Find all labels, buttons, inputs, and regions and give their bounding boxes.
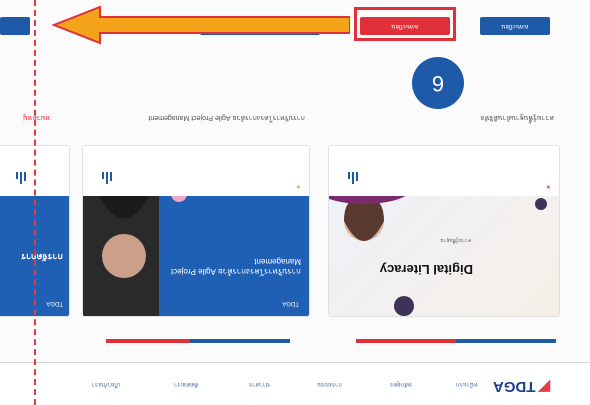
arrow-icon <box>51 5 350 45</box>
course-card-agile[interactable]: การบริหารโครงการด้วย Agile Project Manag… <box>82 145 310 317</box>
woman-illustration <box>328 168 547 316</box>
step-number-callout: 6 <box>412 57 464 109</box>
nav-item-about[interactable]: เกี่ยวกับเรา <box>91 380 120 390</box>
section-bar <box>356 339 456 343</box>
scanned-page: ◤TDGA หน้าแรก หลักสูตร การอบรม ข่าวสาร ต… <box>0 0 590 405</box>
nav-item-courses[interactable]: หลักสูตร <box>390 380 412 390</box>
course-thumbnail: Digital Literacy ความรู้พื้นฐาน <box>328 168 559 316</box>
top-nav: ◤TDGA หน้าแรก หลักสูตร การอบรม ข่าวสาร ต… <box>0 362 590 405</box>
sidebar-label: หมวดหมู่ <box>23 114 50 121</box>
bar-chart-icon <box>99 172 113 186</box>
bar-chart-icon <box>345 172 359 186</box>
nav-item-news[interactable]: ข่าวสาร <box>249 380 270 390</box>
course-card-digital-literacy[interactable]: Digital Literacy ความรู้พื้นฐาน ★ <box>328 145 560 317</box>
nav-bar-strip <box>0 17 30 35</box>
course-title: การบริหารโครงการด้วย Agile Project Manag… <box>170 257 301 276</box>
site-logo[interactable]: ◤TDGA <box>493 378 550 396</box>
nav-item-training[interactable]: การอบรม <box>317 380 342 390</box>
course-badge: TDGA <box>46 300 63 306</box>
bar-chart-icon <box>13 172 27 186</box>
nav-item-contact[interactable]: ติดต่อเรา <box>174 380 198 390</box>
section-bar <box>456 339 556 343</box>
tdga-logo-icon: ◤ <box>538 378 550 395</box>
course-label[interactable]: การบริหารโครงการด้วย Agile Project Manag… <box>148 112 305 123</box>
course-label[interactable]: ความรู้พื้นฐานด้านดิจิทัล <box>480 112 554 123</box>
dashed-guide-line <box>34 0 36 405</box>
section-bar <box>190 339 290 343</box>
nav-item-home[interactable]: หน้าแรก <box>456 380 478 390</box>
section-bar <box>106 339 190 343</box>
course-subtitle: ความรู้พื้นฐาน <box>440 237 471 243</box>
course-badge: ★ <box>295 183 301 189</box>
register-button-secondary[interactable]: ลงทะเบียน <box>480 17 550 35</box>
course-title: Digital Literacy <box>379 262 473 277</box>
highlight-box <box>354 7 456 41</box>
course-title: การจัดการ <box>21 252 63 262</box>
course-thumbnail: การบริหารโครงการด้วย Agile Project Manag… <box>83 186 309 316</box>
course-badge: TDGA <box>282 300 299 306</box>
screenshot: ◤TDGA หน้าแรก หลักสูตร การอบรม ข่าวสาร ต… <box>0 0 590 405</box>
course-badge: ★ <box>545 183 551 189</box>
